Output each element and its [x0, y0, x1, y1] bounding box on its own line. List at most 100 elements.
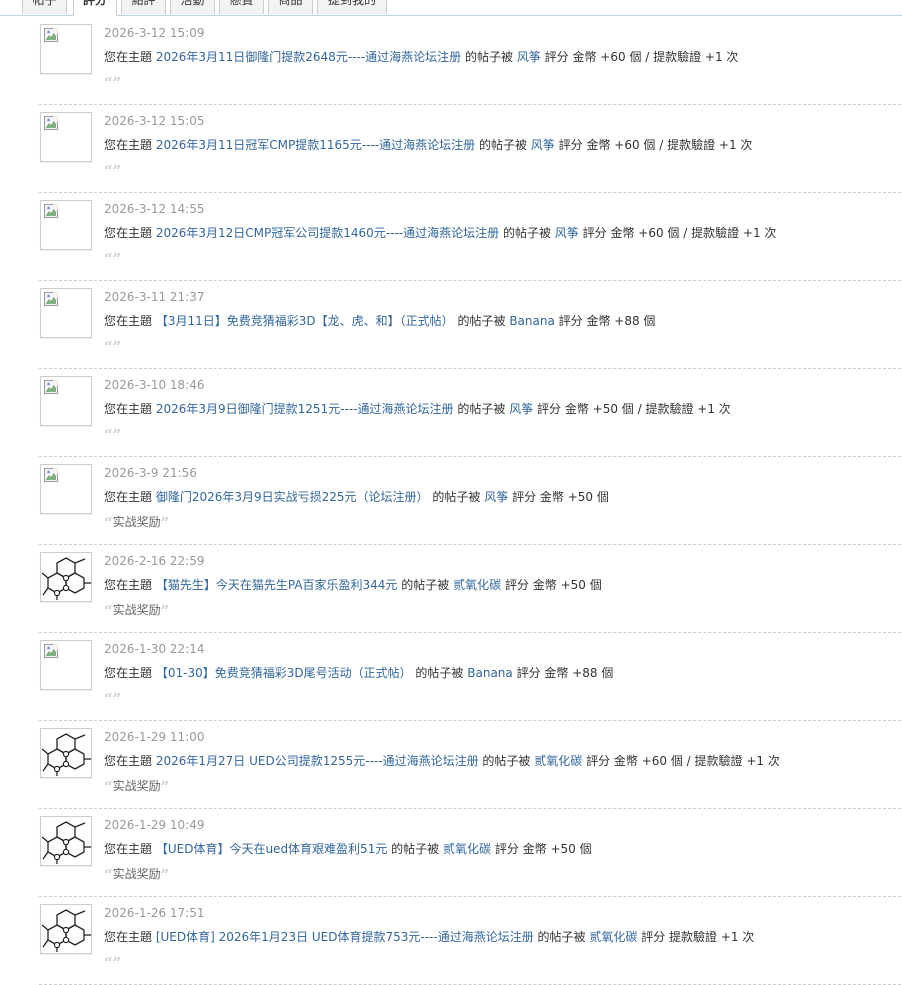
avatar[interactable]	[40, 640, 92, 690]
close-quote-icon: ”	[112, 74, 122, 92]
rating-comment-text: 实战奖励	[112, 779, 161, 793]
tab-label: 評分	[82, 0, 107, 7]
user-link[interactable]: 风筝	[531, 138, 555, 152]
topic-link[interactable]: 【01-30】免费竞猜福彩3D尾号活动（正式帖）	[156, 666, 412, 680]
notice-prefix: 您在主題	[104, 226, 153, 240]
rating-comment: “”	[104, 426, 121, 444]
user-link[interactable]: 贰氧化碳	[589, 930, 637, 944]
notice-tail: 評分 金幣 +50 個	[494, 842, 592, 856]
tab-4[interactable]: 懸賞	[219, 0, 264, 14]
molecule-avatar-icon	[41, 557, 91, 600]
user-link[interactable]: 贰氧化碳	[443, 842, 491, 856]
topic-link[interactable]: 御隆门2026年3月9日实战亏损225元（论坛注册）	[156, 490, 429, 504]
notice-mid: 的帖子被	[478, 138, 527, 152]
notice-prefix: 您在主題	[104, 138, 153, 152]
tab-2[interactable]: 點評	[121, 0, 166, 14]
open-quote-icon: “	[104, 250, 113, 268]
notice-mid: 的帖子被	[502, 226, 551, 240]
rating-comment: “”	[104, 250, 121, 268]
notice-mid: 的帖子被	[432, 490, 481, 504]
tab-label: 提到我的	[327, 0, 376, 7]
open-quote-icon: “	[104, 162, 113, 180]
notice-mid: 的帖子被	[537, 930, 586, 944]
topic-link[interactable]: 2026年3月9日御隆门提款1251元----通过海燕论坛注册	[156, 402, 454, 416]
rating-comment: “实战奖励”	[104, 514, 170, 532]
notice-tail: 評分 金幣 +60 個 / 提款驗證 +1 次	[586, 754, 780, 768]
notice-item: 2026-1-29 11:00 您在主題 2026年1月27日 UED公司提款1…	[39, 721, 901, 809]
notice-prefix: 您在主題	[104, 490, 153, 504]
tab-label: 帖子	[32, 0, 57, 7]
topic-link[interactable]: 2026年3月11日冠军CMP提款1165元----通过海燕论坛注册	[156, 138, 475, 152]
notice-text: 您在主題 【01-30】免费竞猜福彩3D尾号活动（正式帖） 的帖子被 Banan…	[104, 664, 613, 681]
rating-comment: “”	[104, 74, 122, 92]
notice-text: 您在主題 [UED体育] 2026年1月23日 UED体育提款753元----通…	[104, 928, 754, 945]
notice-mid: 的帖子被	[457, 402, 506, 416]
notice-prefix: 您在主題	[104, 578, 153, 592]
notice-prefix: 您在主題	[104, 754, 153, 768]
avatar[interactable]	[40, 376, 92, 426]
open-quote-icon: “	[104, 602, 113, 620]
notice-tail: 評分 金幣 +60 個 / 提款驗證 +1 次	[582, 226, 777, 240]
notice-prefix: 您在主題	[104, 930, 153, 944]
notice-text: 您在主題 【UED体育】今天在ued体育艰难盈利51元 的帖子被 贰氧化碳 評分…	[104, 840, 592, 857]
avatar[interactable]	[40, 816, 92, 866]
user-link[interactable]: Banana	[509, 314, 555, 328]
user-link[interactable]: 风筝	[484, 490, 508, 504]
molecule-avatar-icon	[41, 821, 91, 864]
topic-link[interactable]: 2026年3月12日CMP冠军公司提款1460元----通过海燕论坛注册	[156, 226, 499, 240]
tab-0[interactable]: 帖子	[22, 0, 67, 14]
user-link[interactable]: 贰氧化碳	[453, 578, 501, 592]
notice-text: 您在主題 2026年3月11日冠军CMP提款1165元----通过海燕论坛注册 …	[104, 136, 752, 153]
close-quote-icon: ”	[160, 602, 170, 620]
notice-mid: 的帖子被	[415, 666, 464, 680]
notice-prefix: 您在主題	[104, 666, 153, 680]
notice-item: 2026-3-11 21:37 您在主題 【3月11日】免费竞猜福彩3D【龙、虎…	[39, 281, 901, 369]
avatar[interactable]	[40, 728, 92, 778]
topic-link[interactable]: 2026年3月11日御隆门提款2648元----通过海燕论坛注册	[156, 50, 461, 64]
rating-comment: “实战奖励”	[104, 866, 169, 884]
tab-6[interactable]: 提到我的	[317, 0, 387, 14]
topic-link[interactable]: 2026年1月27日 UED公司提款1255元----通过海燕论坛注册	[156, 754, 479, 768]
user-link[interactable]: 风筝	[509, 402, 533, 416]
broken-image-icon	[44, 28, 59, 42]
topic-link[interactable]: 【3月11日】免费竞猜福彩3D【龙、虎、和】（正式帖）	[156, 314, 454, 328]
topic-link[interactable]: 【猫先生】今天在猫先生PA百家乐盈利344元	[156, 578, 398, 592]
molecule-avatar-icon	[41, 733, 91, 776]
rating-comment-text: 实战奖励	[112, 603, 161, 617]
open-quote-icon: “	[104, 338, 113, 356]
open-quote-icon: “	[104, 778, 113, 796]
open-quote-icon: “	[104, 426, 113, 444]
notice-prefix: 您在主題	[104, 842, 153, 856]
tab-3[interactable]: 活動	[170, 0, 215, 14]
notice-text: 您在主題 【猫先生】今天在猫先生PA百家乐盈利344元 的帖子被 贰氧化碳 評分…	[104, 576, 602, 593]
tab-5[interactable]: 商品	[268, 0, 313, 14]
rating-comment: “实战奖励”	[104, 778, 169, 796]
notice-text: 您在主題 御隆门2026年3月9日实战亏损225元（论坛注册） 的帖子被 风筝 …	[104, 488, 609, 505]
topic-link[interactable]: 【UED体育】今天在ued体育艰难盈利51元	[156, 842, 387, 856]
notice-time: 2026-3-12 15:05	[104, 114, 205, 128]
open-quote-icon: “	[104, 866, 113, 884]
avatar[interactable]	[40, 904, 92, 954]
avatar[interactable]	[40, 464, 92, 514]
user-link[interactable]: 贰氧化碳	[534, 754, 582, 768]
rating-comment: “”	[104, 690, 121, 707]
avatar[interactable]	[40, 288, 92, 338]
user-link[interactable]: Banana	[467, 666, 513, 680]
tab-1[interactable]: 評分	[73, 0, 117, 16]
notice-time: 2026-3-10 18:46	[104, 378, 205, 392]
topic-link[interactable]: [UED体育] 2026年1月23日 UED体育提款753元----通过海燕论坛…	[156, 930, 534, 944]
notice-mid: 的帖子被	[457, 314, 506, 328]
broken-image-icon	[44, 204, 59, 218]
user-link[interactable]: 风筝	[517, 50, 541, 64]
user-link[interactable]: 风筝	[555, 226, 579, 240]
rating-comment: “实战奖励”	[104, 602, 170, 620]
rating-comment: “”	[104, 162, 121, 180]
tab-label: 活動	[180, 0, 205, 7]
avatar[interactable]	[40, 24, 92, 74]
avatar[interactable]	[40, 200, 92, 250]
avatar[interactable]	[40, 552, 92, 602]
broken-image-icon	[44, 292, 59, 306]
close-quote-icon: ”	[160, 514, 170, 532]
avatar[interactable]	[40, 112, 92, 162]
rating-comment-text: 实战奖励	[112, 515, 161, 529]
